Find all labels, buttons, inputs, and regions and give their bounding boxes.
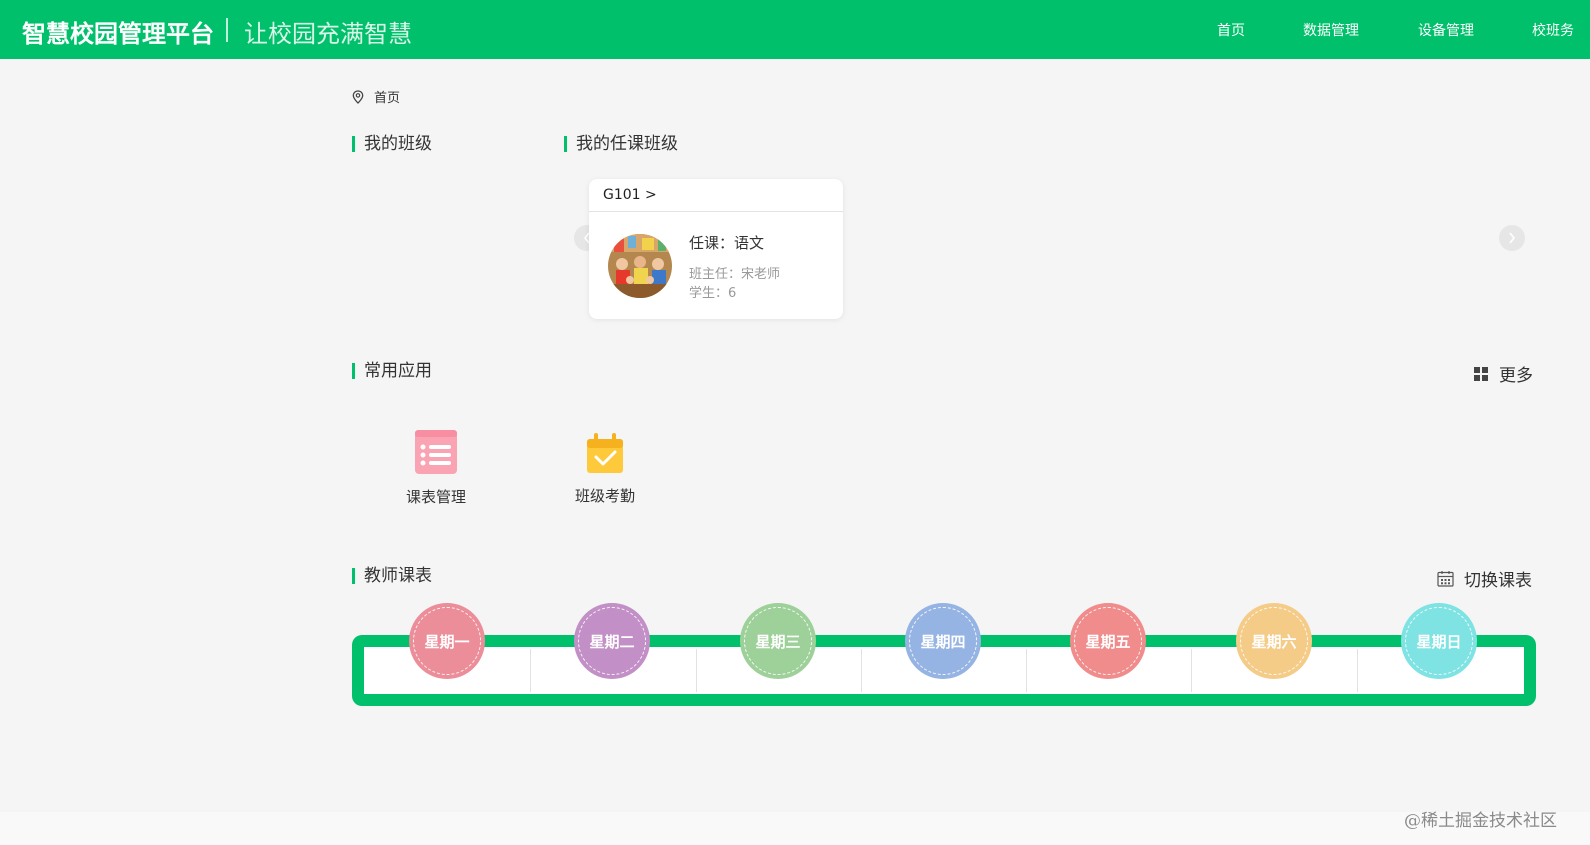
nav-home[interactable]: 首页: [1217, 20, 1245, 40]
weekday-badge-fri[interactable]: 星期五: [1070, 603, 1146, 679]
class-head-teacher: 班主任：宋老师: [689, 267, 781, 282]
app-class-attendance-label: 班级考勤: [574, 487, 635, 505]
footer-bar: [0, 812, 1590, 845]
breadcrumb: 首页: [352, 87, 400, 106]
class-card-name[interactable]: G101 >: [589, 179, 843, 212]
nav-data-management[interactable]: 数据管理: [1303, 20, 1359, 40]
breadcrumb-current[interactable]: 首页: [374, 87, 400, 106]
switch-timetable-button[interactable]: 切换课表: [1437, 566, 1532, 591]
class-avatar: [608, 234, 672, 298]
section-teacher-timetable: 教师课表: [352, 566, 432, 586]
switch-timetable-label: 切换课表: [1464, 571, 1532, 591]
calendar-check-icon: [587, 433, 623, 473]
section-my-class: 我的班级: [352, 134, 432, 154]
weekday-label: 星期日: [1416, 632, 1462, 651]
weekday-badge-mon[interactable]: 星期一: [409, 603, 485, 679]
weekday-label: 星期五: [1085, 632, 1131, 651]
class-course: 任课：语文: [689, 234, 765, 252]
grid-icon: [1474, 366, 1488, 381]
nav-device-management[interactable]: 设备管理: [1418, 20, 1474, 40]
watermark: @稀土掘金技术社区: [1404, 811, 1557, 831]
calendar-icon: [1437, 571, 1454, 587]
location-pin-icon: [352, 89, 364, 104]
weekday-badge-sun[interactable]: 星期日: [1401, 603, 1477, 679]
section-common-apps: 常用应用: [352, 361, 432, 381]
carousel-next-button[interactable]: [1499, 225, 1525, 251]
weekday-label: 星期三: [755, 632, 801, 651]
weekday-badge-wed[interactable]: 星期三: [740, 603, 816, 679]
class-card[interactable]: G101 > 任课：语文 班主任：宋老师 学生：6: [589, 179, 843, 319]
app-schedule-management[interactable]: 课表管理: [386, 430, 486, 507]
more-label: 更多: [1499, 366, 1533, 386]
schedule-list-icon: [415, 430, 457, 474]
weekday-label: 星期六: [1251, 632, 1297, 651]
nav-class-affairs[interactable]: 校班务: [1532, 20, 1574, 40]
section-my-teaching-class: 我的任课班级: [564, 134, 678, 154]
weekday-label: 星期一: [424, 632, 470, 651]
chevron-right-icon: [1509, 232, 1516, 244]
weekday-label: 星期四: [920, 632, 966, 651]
weekday-badge-tue[interactable]: 星期二: [574, 603, 650, 679]
more-button[interactable]: 更多: [1474, 361, 1533, 386]
app-schedule-management-label: 课表管理: [405, 488, 466, 506]
top-nav: 首页 数据管理 设备管理 校班务: [0, 0, 1590, 59]
weekday-badge-sat[interactable]: 星期六: [1236, 603, 1312, 679]
top-header: 智慧校园管理平台 让校园充满智慧 首页 数据管理 设备管理 校班务: [0, 0, 1590, 59]
weekday-label: 星期二: [589, 632, 635, 651]
weekday-badge-thu[interactable]: 星期四: [905, 603, 981, 679]
class-student-count: 学生：6: [689, 286, 737, 301]
app-class-attendance[interactable]: 班级考勤: [555, 430, 655, 506]
